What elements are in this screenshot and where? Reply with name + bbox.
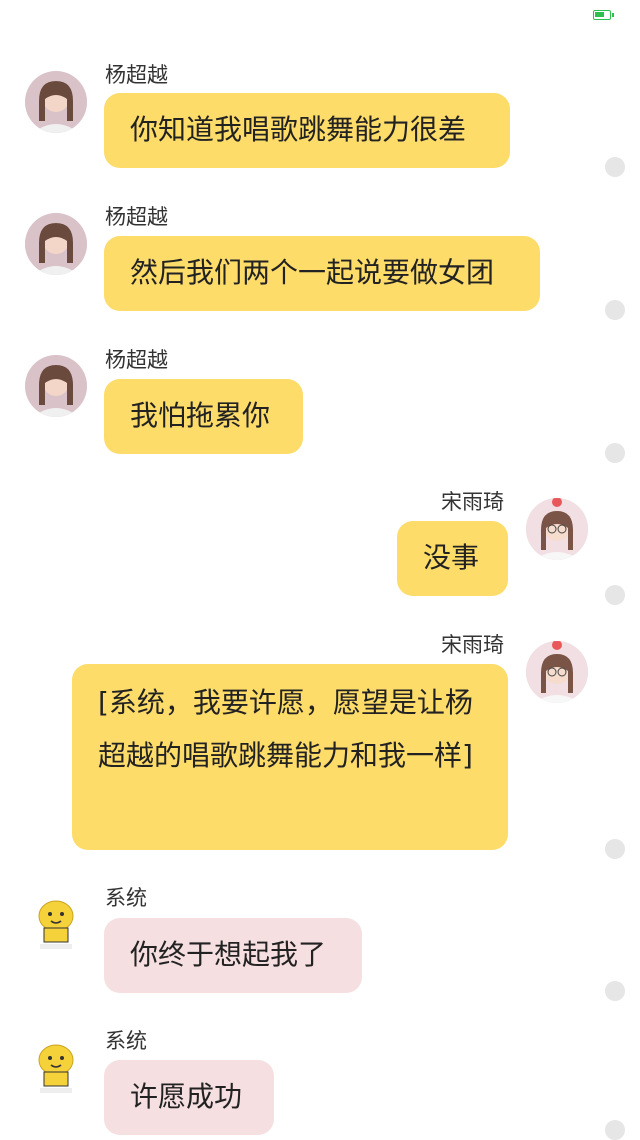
select-radio[interactable] [605,839,625,859]
message-bubble[interactable]: 没事 [397,521,508,596]
battery-icon [593,10,614,20]
sender-name: 杨超越 [105,348,168,372]
message-bubble[interactable]: 你知道我唱歌跳舞能力很差 [104,93,510,168]
message-bubble[interactable]: 你终于想起我了 [104,918,362,993]
sender-name: 杨超越 [105,63,168,87]
message-bubble[interactable]: 我怕拖累你 [104,379,303,454]
glasses-girl-avatar-icon[interactable] [526,498,588,560]
girl-avatar-icon[interactable] [25,71,87,133]
message-bubble[interactable]: 许愿成功 [104,1060,274,1135]
sender-name: 系统 [105,1029,147,1053]
message-bubble[interactable]: 然后我们两个一起说要做女团 [104,236,540,311]
girl-avatar-icon[interactable] [25,213,87,275]
select-radio[interactable] [605,585,625,605]
yellow-cartoon-avatar-icon[interactable] [28,896,84,952]
glasses-girl-avatar-icon[interactable] [526,641,588,703]
yellow-cartoon-avatar-icon[interactable] [28,1040,84,1096]
select-radio[interactable] [605,157,625,177]
sender-name: 杨超越 [105,205,168,229]
message-bubble[interactable]: [系统，我要许愿，愿望是让杨超越的唱歌跳舞能力和我一样] [72,664,508,850]
sender-name: 宋雨琦 [441,490,504,514]
select-radio[interactable] [605,1120,625,1140]
girl-avatar-icon[interactable] [25,355,87,417]
select-radio[interactable] [605,300,625,320]
sender-name: 宋雨琦 [441,633,504,657]
sender-name: 系统 [105,886,147,910]
select-radio[interactable] [605,443,625,463]
select-radio[interactable] [605,981,625,1001]
